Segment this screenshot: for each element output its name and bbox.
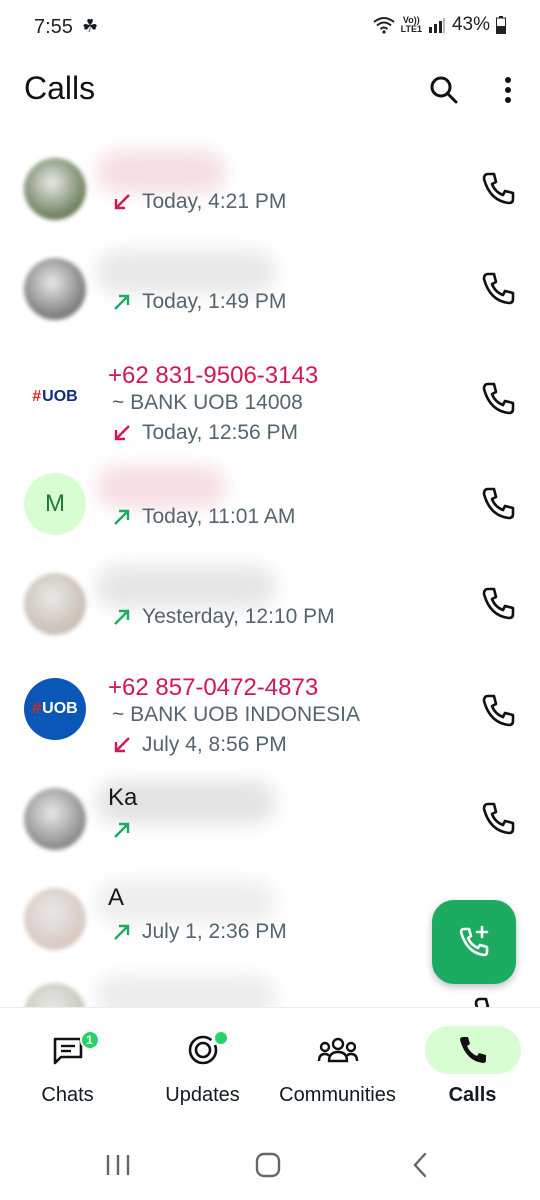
missed-call-arrow-icon <box>112 735 132 755</box>
logo-mark: # <box>32 388 42 405</box>
redacted-name <box>96 465 226 509</box>
add-call-icon <box>459 925 489 957</box>
new-call-button[interactable] <box>432 900 516 984</box>
nav-updates-label: Updates <box>165 1084 240 1106</box>
status-bar: 7:55 ☘ Vo)) LTE1 43% <box>0 0 540 56</box>
call-row[interactable]: Today, 1:49 PM <box>0 240 540 340</box>
avatar[interactable] <box>24 258 86 320</box>
redacted-name <box>96 250 276 294</box>
status-time: 7:55 <box>34 16 73 38</box>
phone-icon[interactable] <box>478 378 518 418</box>
recent-apps-button[interactable] <box>98 1150 138 1180</box>
home-icon <box>255 1152 281 1178</box>
nav-updates[interactable]: Updates <box>135 1026 270 1107</box>
phone-icon[interactable] <box>478 168 518 208</box>
caller-subtitle: ~ BANK UOB 14008 <box>112 391 303 414</box>
call-row[interactable]: # UOB +62 857-0472-4873 ~ BANK UOB INDONESI… <box>0 660 540 760</box>
system-navigation-bar <box>0 1130 540 1200</box>
call-time: July 1, 2:36 PM <box>142 920 287 943</box>
redacted-name <box>96 565 276 609</box>
avatar[interactable] <box>24 158 86 220</box>
network-indicator: Vo)) LTE1 <box>400 15 422 34</box>
redacted-name <box>96 150 226 194</box>
missed-call-arrow-icon <box>112 192 132 212</box>
nav-calls[interactable]: Calls <box>405 1026 540 1107</box>
call-row[interactable]: M Today, 11:01 AM <box>0 455 540 555</box>
status-indicators: Vo)) LTE1 43% <box>373 14 506 36</box>
missed-call-arrow-icon <box>112 423 132 443</box>
updates-dot <box>212 1030 229 1046</box>
avatar[interactable]: # UOB <box>24 678 86 740</box>
logo-mark: # <box>32 700 42 717</box>
call-row[interactable]: # UOB +62 831-9506-3143 ~ BANK UOB 14008 Tod… <box>0 348 540 448</box>
page-title: Calls <box>24 70 96 106</box>
caller-name: Ka <box>108 784 138 811</box>
nav-communities[interactable]: Communities <box>270 1026 405 1107</box>
caller-name: +62 857-0472-4873 <box>108 674 319 701</box>
more-options-button[interactable] <box>486 68 530 112</box>
back-button[interactable] <box>400 1150 440 1180</box>
battery-icon <box>496 16 506 34</box>
nav-chats-label: Chats <box>41 1084 94 1106</box>
caller-name: +62 831-9506-3143 <box>108 362 319 389</box>
outgoing-call-arrow-icon <box>112 607 132 627</box>
unread-badge: 1 <box>79 1030 100 1050</box>
call-time: Today, 11:01 AM <box>142 505 296 528</box>
outgoing-call-arrow-icon <box>112 507 132 527</box>
more-vertical-icon <box>505 77 511 103</box>
call-detail: July 4, 8:56 PM <box>112 733 287 757</box>
avatar[interactable] <box>24 573 86 635</box>
battery-percent: 43% <box>451 14 490 35</box>
call-detail: Today, 4:21 PM <box>112 190 286 214</box>
call-row[interactable]: Yesterday, 12:10 PM <box>0 555 540 655</box>
call-detail: Today, 1:49 PM <box>112 290 286 314</box>
outgoing-call-arrow-icon <box>112 922 132 942</box>
communities-icon <box>317 1037 358 1063</box>
call-row[interactable]: Today, 4:21 PM <box>0 140 540 240</box>
recent-apps-icon <box>106 1155 130 1175</box>
back-icon <box>413 1152 427 1178</box>
phone-icon[interactable] <box>478 690 518 730</box>
call-time: Today, 1:49 PM <box>142 290 287 313</box>
phone-icon <box>459 1037 486 1063</box>
phone-icon[interactable] <box>478 798 518 838</box>
call-detail: Today, 12:56 PM <box>112 421 298 445</box>
call-detail: Today, 11:01 AM <box>112 505 295 529</box>
avatar[interactable] <box>24 888 86 950</box>
call-time: Today, 12:56 PM <box>142 421 299 444</box>
call-detail <box>112 820 142 840</box>
avatar-logo-text: UOB <box>42 700 78 717</box>
avatar[interactable]: M <box>24 473 86 535</box>
avatar-letter: M <box>45 490 65 517</box>
outgoing-call-arrow-icon <box>112 292 132 312</box>
phone-icon[interactable] <box>478 583 518 623</box>
call-detail: Yesterday, 12:10 PM <box>112 605 335 629</box>
search-icon <box>430 76 458 104</box>
avatar[interactable] <box>24 788 86 850</box>
outgoing-call-arrow-icon <box>112 820 132 840</box>
phone-icon[interactable] <box>478 268 518 308</box>
app-bar: Calls <box>0 60 540 124</box>
search-button[interactable] <box>422 68 466 112</box>
caller-name: A <box>108 884 125 911</box>
wifi-icon <box>373 17 395 34</box>
signal-icon <box>428 18 445 33</box>
call-time: Yesterday, 12:10 PM <box>142 605 335 628</box>
home-button[interactable] <box>248 1150 288 1180</box>
call-time: Today, 4:21 PM <box>142 190 287 213</box>
call-row[interactable]: Ka <box>0 770 540 870</box>
bottom-navigation: 1 Chats Updates Communities Calls <box>0 1007 540 1127</box>
avatar-logo-text: UOB <box>42 388 78 405</box>
notification-icon: ☘ <box>82 16 99 36</box>
avatar[interactable]: # UOB <box>24 366 86 428</box>
call-time: July 4, 8:56 PM <box>142 733 287 756</box>
caller-subtitle: ~ BANK UOB INDONESIA <box>112 703 360 726</box>
nav-chats[interactable]: 1 Chats <box>0 1026 135 1107</box>
phone-icon[interactable] <box>478 483 518 523</box>
call-detail: July 1, 2:36 PM <box>112 920 287 944</box>
nav-communities-label: Communities <box>279 1084 396 1106</box>
nav-calls-label: Calls <box>448 1084 497 1106</box>
